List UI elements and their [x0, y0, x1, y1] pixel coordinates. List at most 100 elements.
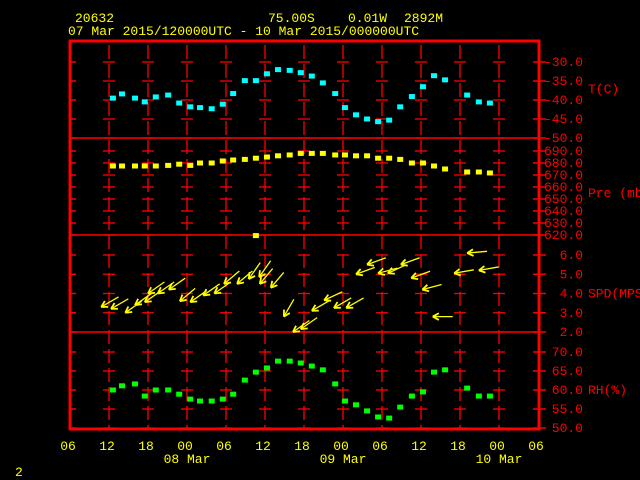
rh-point: [187, 396, 194, 402]
rh-point: [475, 393, 482, 399]
rh-point: [431, 369, 437, 375]
y-tick-label: 6.0: [560, 248, 583, 263]
temp-point: [241, 78, 248, 84]
wind-arrow: [387, 264, 407, 275]
rh-point: [353, 402, 359, 408]
date-label: 08 Mar: [164, 452, 211, 467]
wind-arrow: [366, 257, 387, 267]
x-tick-label: 06: [60, 439, 76, 454]
x-tick-label: 18: [450, 439, 466, 454]
axis-title-temp: T(C): [588, 82, 619, 97]
pres-point: [486, 170, 493, 176]
data-marks: [100, 67, 499, 421]
y-tick-label: 620.0: [544, 228, 583, 243]
rh-point: [109, 387, 116, 393]
rh-point: [230, 391, 237, 397]
rh-point: [319, 367, 326, 373]
pres-point: [297, 150, 304, 156]
temp-point: [419, 84, 426, 90]
temp-point: [375, 119, 382, 125]
pres-point: [208, 160, 215, 166]
rh-point: [375, 414, 382, 420]
rh-point: [219, 396, 226, 402]
wind-arrow: [323, 291, 343, 302]
pres-point: [475, 169, 482, 175]
pres-point: [275, 153, 281, 159]
rh-point: [152, 387, 159, 393]
y-tick-label: 65.0: [552, 364, 583, 379]
y-tick-label: 60.0: [552, 383, 583, 398]
rh-point: [308, 363, 315, 369]
wind-arrow: [269, 271, 285, 289]
pres-point: [241, 156, 248, 162]
rh-point: [386, 415, 393, 421]
y-tick-label: 2.0: [560, 325, 583, 340]
grid: [70, 45, 539, 429]
x-tick-label: 18: [138, 439, 154, 454]
temp-point: [486, 100, 493, 106]
rh-point: [263, 365, 270, 371]
temp-point: [431, 73, 437, 79]
pres-point: [109, 163, 116, 169]
wind-arrow-head: [247, 272, 251, 280]
x-tick-label: 06: [372, 439, 388, 454]
temp-point: [208, 106, 215, 112]
rh-point: [297, 360, 304, 366]
y-tick-label: -40.0: [544, 93, 583, 108]
temp-point: [263, 71, 270, 77]
rh-point: [197, 398, 203, 404]
pres-point: [165, 162, 172, 168]
wind-arrow: [466, 248, 488, 257]
y-tick-label: 55.0: [552, 402, 583, 417]
temp-point: [475, 99, 482, 105]
time-range: 07 Mar 2015/120000UTC - 10 Mar 2015/0000…: [68, 24, 419, 39]
wind-arrow: [167, 277, 186, 291]
temp-point: [152, 94, 159, 100]
pres-point: [252, 233, 259, 239]
temp-point: [286, 67, 293, 73]
wind-arrow: [147, 281, 165, 295]
rh-point: [364, 408, 371, 414]
temp-point: [132, 95, 138, 101]
pres-point: [397, 156, 404, 162]
temp-point: [187, 104, 194, 110]
rh-point: [419, 389, 426, 395]
rh-point: [408, 393, 415, 399]
wind-arrow: [421, 283, 442, 293]
temp-point: [386, 117, 393, 123]
temp-point: [141, 99, 148, 105]
x-tick-label: 06: [216, 439, 232, 454]
y-tick-label: 4.0: [560, 287, 583, 302]
pres-point: [464, 169, 471, 175]
date-label: 10 Mar: [476, 452, 523, 467]
axis-title-rh: RH(%): [588, 383, 627, 398]
y-tick-label: -35.0: [544, 74, 583, 89]
pres-point: [152, 163, 159, 169]
pres-point: [219, 158, 226, 164]
temp-point: [341, 105, 348, 111]
temp-point: [109, 95, 116, 101]
wind-arrow: [400, 257, 420, 267]
rh-point: [486, 393, 493, 399]
temp-point: [353, 112, 359, 118]
x-tick-label: 12: [411, 439, 427, 454]
pres-point: [263, 154, 270, 160]
x-tick-label: 12: [99, 439, 115, 454]
temp-point: [464, 92, 471, 98]
wind-arrow: [478, 265, 499, 274]
temp-point: [297, 70, 304, 76]
wind-arrow: [432, 312, 453, 321]
temp-point: [275, 67, 281, 73]
temp-point: [176, 100, 183, 106]
x-tick-label: 12: [255, 439, 271, 454]
temp-point: [408, 94, 415, 100]
rh-point: [464, 385, 471, 391]
pres-point: [419, 160, 426, 166]
axis-title-wind: SPD(MPS): [588, 287, 640, 302]
temp-point: [119, 91, 125, 97]
wind-arrow: [311, 300, 330, 312]
pres-point: [132, 163, 138, 169]
pres-point: [119, 163, 125, 169]
rh-point: [442, 367, 449, 373]
pres-point: [141, 163, 148, 169]
